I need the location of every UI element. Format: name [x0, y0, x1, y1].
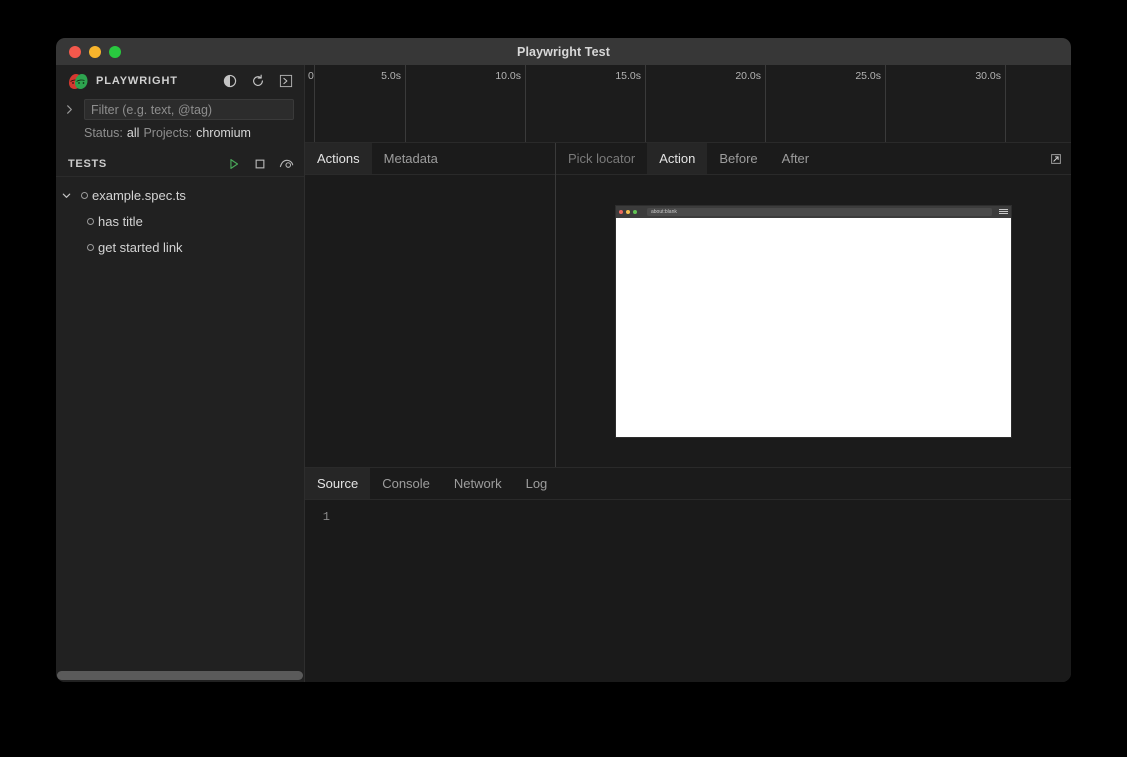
test-status-icon	[82, 243, 98, 251]
projects-label: Projects:	[143, 126, 193, 140]
sidebar-brand-label: PLAYWRIGHT	[96, 75, 178, 87]
middle-split: Actions Metadata Pick locator Action Before…	[305, 143, 1071, 468]
timeline[interactable]: 0 5.0s 10.0s 15.0s 20.0s 25.0s 30.0s	[305, 65, 1071, 143]
traffic-lights	[56, 45, 121, 58]
browser-maximize-dot-icon	[633, 209, 637, 214]
tab-actions[interactable]: Actions	[305, 143, 372, 174]
source-code[interactable]	[339, 500, 1071, 682]
tab-network[interactable]: Network	[442, 468, 514, 499]
browser-close-dot-icon	[619, 209, 623, 214]
minimize-window-button[interactable]	[89, 45, 101, 58]
tabbar-spacer	[821, 143, 1041, 174]
actions-list[interactable]	[305, 175, 555, 467]
preview-pane: Pick locator Action Before After about:blan…	[556, 143, 1071, 467]
sidebar-header: PLAYWRIGHT	[56, 65, 304, 97]
timeline-tick-label: 20.0s	[735, 70, 761, 82]
hamburger-icon	[999, 208, 1008, 216]
toggle-console-button[interactable]	[276, 71, 296, 91]
status-value[interactable]: all	[127, 126, 140, 140]
test-status-icon	[76, 191, 92, 199]
sidebar-horizontal-scrollbar[interactable]	[57, 671, 303, 680]
test-case-row[interactable]: has title	[56, 208, 304, 234]
window-title: Playwright Test	[517, 44, 610, 59]
timeline-tick-label: 30.0s	[975, 70, 1001, 82]
bottom-pane: Source Console Network Log 1	[305, 468, 1071, 682]
reload-button[interactable]	[248, 71, 268, 91]
timeline-gridline	[885, 65, 886, 142]
timeline-tick-label: 5.0s	[381, 70, 401, 82]
timeline-tick-label: 15.0s	[615, 70, 641, 82]
timeline-gridline	[405, 65, 406, 142]
playwright-logo-icon	[68, 73, 88, 90]
reload-icon	[253, 74, 263, 86]
browser-snapshot-frame: about:blank	[616, 205, 1011, 437]
status-row: Status: all Projects: chromium	[56, 122, 304, 144]
source-view: 1	[305, 500, 1071, 682]
filter-row	[56, 97, 304, 122]
tab-pick-locator: Pick locator	[568, 151, 636, 166]
tab-metadata[interactable]: Metadata	[372, 143, 450, 174]
status-label: Status:	[84, 126, 123, 140]
expand-filters-chevron-icon[interactable]	[56, 104, 82, 115]
browser-url-bar: about:blank	[647, 207, 992, 216]
chevron-down-icon[interactable]	[56, 190, 76, 201]
filter-input[interactable]	[84, 99, 294, 120]
close-window-button[interactable]	[69, 45, 81, 58]
main-area: 0 5.0s 10.0s 15.0s 20.0s 25.0s 30.0s Actions M…	[305, 65, 1071, 682]
sidebar: PLAYWRIGHT Filter (e.g. text, @tag) Stat…	[56, 65, 305, 682]
eye-icon	[279, 159, 293, 168]
stop-icon	[255, 159, 265, 168]
browser-minimize-dot-icon	[626, 209, 630, 214]
test-tree: example.spec.ts has title get started link	[56, 177, 304, 682]
tests-header-label: TESTS	[68, 157, 107, 170]
timeline-gridline	[765, 65, 766, 142]
projects-value[interactable]: chromium	[196, 126, 251, 140]
snapshot-container: about:blank	[556, 175, 1071, 467]
timeline-tick-label: 10.0s	[495, 70, 521, 82]
tests-header: TESTS	[56, 151, 304, 177]
actions-pane: Actions Metadata	[305, 143, 556, 467]
toggle-theme-button[interactable]	[220, 71, 240, 91]
bottom-tabbar: Source Console Network Log	[305, 468, 1071, 500]
test-name-label: has title	[98, 213, 143, 229]
window-body: PLAYWRIGHT Filter (e.g. text, @tag) Stat…	[56, 65, 1071, 682]
preview-tabbar: Pick locator Action Before After	[556, 143, 1071, 175]
test-name-label: example.spec.ts	[92, 187, 186, 203]
timeline-gridline	[314, 65, 315, 142]
actions-tabbar: Actions Metadata	[305, 143, 555, 175]
tab-after[interactable]: After	[770, 143, 821, 174]
timeline-gridline	[525, 65, 526, 142]
tab-console[interactable]: Console	[370, 468, 442, 499]
test-name-label: get started link	[98, 239, 183, 255]
play-icon	[230, 158, 239, 169]
stop-button[interactable]	[250, 154, 270, 174]
timeline-tick-label: 25.0s	[855, 70, 881, 82]
browser-chrome: about:blank	[616, 205, 1011, 218]
timeline-gridline	[1005, 65, 1006, 142]
timeline-gridline	[645, 65, 646, 142]
app-window: Playwright Test PLAYWRIGHT Filter (e.g. …	[56, 38, 1071, 682]
watch-button[interactable]	[276, 154, 296, 174]
maximize-window-button[interactable]	[109, 45, 121, 58]
run-all-button[interactable]	[224, 154, 244, 174]
tab-before[interactable]: Before	[707, 143, 769, 174]
browser-viewport	[616, 217, 1011, 437]
tab-action[interactable]: Action	[647, 143, 708, 174]
tab-log[interactable]: Log	[514, 468, 560, 499]
test-status-icon	[82, 217, 98, 225]
test-case-row[interactable]: get started link	[56, 234, 304, 260]
half-circle-icon	[223, 74, 237, 88]
timeline-zero-label: 0	[308, 70, 314, 82]
external-link-icon[interactable]	[1041, 143, 1071, 174]
window-titlebar: Playwright Test	[56, 38, 1071, 65]
console-icon	[279, 74, 293, 88]
source-line-numbers: 1	[322, 510, 330, 524]
tab-source[interactable]: Source	[305, 468, 371, 499]
test-file-row[interactable]: example.spec.ts	[56, 182, 304, 208]
